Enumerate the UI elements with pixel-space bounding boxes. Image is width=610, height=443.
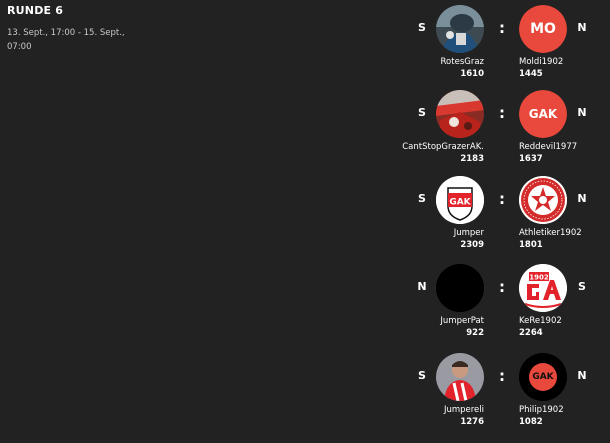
score-separator: : [499,19,505,37]
left-player-name[interactable]: JumperPat [440,316,484,327]
score-separator: : [499,367,505,385]
left-result: S [418,369,426,382]
gak-crest-icon: GAK [436,176,484,224]
left-avatar[interactable] [436,353,484,401]
left-player-name[interactable]: CantStopGrazerAK. [402,142,484,153]
left-result: S [418,192,426,205]
photo-avatar-icon [436,90,484,138]
match-row[interactable]: N : 1902 S JumperPat 922 KeRe1902 2264 [0,264,610,354]
left-player-name[interactable]: Jumpereli [444,405,484,416]
left-player-score: 1276 [460,417,484,427]
left-player-name[interactable]: Jumper [454,228,484,239]
left-player-score: 2309 [460,240,484,250]
score-separator: : [499,190,505,208]
right-player-name[interactable]: Reddevil1977 [519,142,577,153]
svg-text:1902: 1902 [529,274,549,282]
right-avatar[interactable] [519,176,567,224]
left-avatar[interactable]: GAK [436,176,484,224]
right-player-score: 1445 [519,69,543,79]
right-avatar[interactable]: GAK [519,90,567,138]
left-player-score: 2183 [460,154,484,164]
right-player-name[interactable]: KeRe1902 [519,316,562,327]
right-player-score: 1637 [519,154,543,164]
right-player-name[interactable]: Philip1902 [519,405,564,416]
match-row[interactable]: S GAK : N Jumper 2309 Athletiker1902 180… [0,176,610,266]
right-result: N [577,192,587,205]
initials-avatar-icon: MO [519,5,567,53]
match-row[interactable]: S : GAK N Jumpereli 1276 Philip1902 1082 [0,353,610,443]
match-row[interactable]: S : MO N RotesGraz 1610 Moldi1902 1445 [0,5,610,95]
right-avatar[interactable]: MO [519,5,567,53]
left-avatar[interactable] [436,5,484,53]
right-result: N [577,369,587,382]
match-row[interactable]: S : GAK N CantStopGrazerAK. 2183 Reddevi… [0,90,610,180]
right-result: N [577,106,587,119]
photo-avatar-icon [436,5,484,53]
right-result: S [578,280,586,293]
right-player-score: 1801 [519,240,543,250]
right-result: N [577,21,587,34]
right-player-name[interactable]: Moldi1902 [519,57,563,68]
left-player-name[interactable]: RotesGraz [441,57,484,68]
left-result: S [418,106,426,119]
left-result: N [417,280,427,293]
ga-1902-logo-icon: 1902 [519,264,567,312]
right-player-name[interactable]: Athletiker1902 [519,228,582,239]
initials-avatar-icon: GAK [519,353,567,401]
right-player-score: 1082 [519,417,543,427]
initials-avatar-icon: GAK [519,90,567,138]
left-avatar[interactable] [436,264,484,312]
left-player-score: 922 [466,328,484,338]
right-player-score: 2264 [519,328,543,338]
left-avatar[interactable] [436,90,484,138]
right-avatar[interactable]: 1902 [519,264,567,312]
score-separator: : [499,278,505,296]
svg-text:GAK: GAK [449,198,471,208]
gak-badge: GAK [529,363,557,391]
left-result: S [418,21,426,34]
left-player-score: 1610 [460,69,484,79]
photo-avatar-icon [436,353,484,401]
score-separator: : [499,104,505,122]
star-crest-icon [519,176,567,224]
blank-avatar-icon [436,264,484,312]
right-avatar[interactable]: GAK [519,353,567,401]
